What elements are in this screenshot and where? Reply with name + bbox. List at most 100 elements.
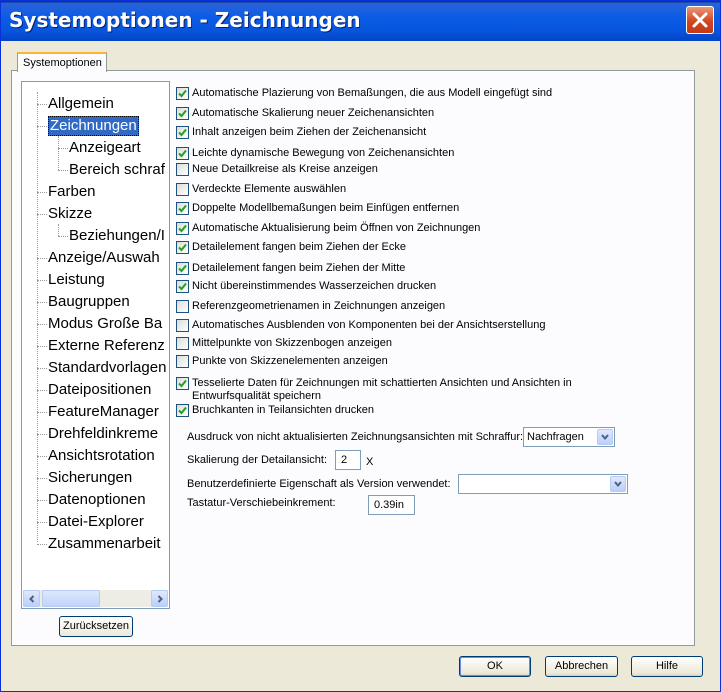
tree-item[interactable]: Dateipositionen [48,380,151,400]
tree-guide-line [37,126,47,127]
option-checkbox[interactable] [176,300,189,313]
option-label[interactable]: Bruchkanten in Teilansichten drucken [192,404,374,417]
close-button[interactable] [686,6,714,34]
tree-guide-line [37,280,47,281]
option-label[interactable]: Automatische Plazierung von Bemaßungen, … [192,87,552,100]
tree-item[interactable]: Zeichnungen [48,116,139,136]
hatch-print-select[interactable]: Nachfragen [523,427,615,447]
help-button[interactable]: Hilfe [631,656,703,677]
tree-item[interactable]: Datei-Explorer [48,512,144,532]
option-checkbox[interactable] [176,87,189,100]
tree-guide-line [58,136,59,170]
option-checkbox[interactable] [176,355,189,368]
tree-item[interactable]: Leistung [48,270,105,290]
tree-item[interactable]: Modus Große Ba [48,314,162,334]
tree-item[interactable]: Anzeige/Auswah [48,248,160,268]
option-checkbox[interactable] [176,337,189,350]
tree-guide-line [58,236,68,237]
horizontal-scrollbar[interactable] [23,590,168,607]
option-label[interactable]: Leichte dynamische Bewegung von Zeichena… [192,147,454,160]
tree-item[interactable]: Externe Referenz [48,336,165,356]
ok-button[interactable]: OK [459,656,531,677]
tree-guide-line [37,214,47,215]
detail-scale-value: 2 [341,454,348,466]
option-checkbox[interactable] [176,202,189,215]
category-tree[interactable]: Allgemein Zeichnungen Anzeigeart Bereich sc… [21,81,170,609]
tree-item[interactable]: FeatureManager [48,402,159,422]
option-checkbox[interactable] [176,404,189,417]
option-checkbox[interactable] [176,319,189,332]
tree-item[interactable]: Anzeigeart [69,138,141,158]
window-title: Systemoptionen - Zeichnungen [9,8,361,32]
option-checkbox[interactable] [176,183,189,196]
checkmark-icon [178,89,187,98]
hatch-print-value: Nachfragen [527,431,584,443]
tree-guide-line [37,478,47,479]
options-dialog: Systemoptionen - Zeichnungen Systemoptio… [0,0,721,692]
option-label-continued[interactable]: Entwurfsqualität speichern [192,390,321,403]
tree-item[interactable]: Zusammenarbeit [48,534,161,554]
option-label[interactable]: Punkte von Skizzenelementen anzeigen [192,355,388,368]
option-label[interactable]: Tesselierte Daten für Zeichnungen mit sc… [192,377,572,390]
tree-guide-line [37,522,47,523]
option-label[interactable]: Verdeckte Elemente auswählen [192,183,346,196]
scroll-right-button[interactable] [151,590,168,607]
dropdown-button[interactable] [597,429,613,445]
tree-guide-line [37,456,47,457]
chevron-down-icon [601,434,609,440]
option-checkbox[interactable] [176,222,189,235]
tree-guide-line [37,390,47,391]
checkmark-icon [178,406,187,415]
option-checkbox[interactable] [176,241,189,254]
tree-guide-line [58,170,68,171]
option-label[interactable]: Automatische Aktualisierung beim Öffnen … [192,222,480,235]
reset-button[interactable]: Zurücksetzen [59,616,133,637]
tree-guide-line [37,412,47,413]
checkmark-icon [178,204,187,213]
tree-item[interactable]: Allgemein [48,94,114,114]
scroll-thumb[interactable] [42,590,100,607]
option-label[interactable]: Automatische Skalierung neuer Zeichenans… [192,107,434,120]
option-checkbox[interactable] [176,262,189,275]
option-checkbox[interactable] [176,377,189,390]
tree-guide-line [37,92,38,542]
custom-property-select[interactable] [458,474,628,494]
nudge-increment-input[interactable]: 0.39in [368,495,415,515]
tree-item[interactable]: Sicherungen [48,468,132,488]
scroll-left-button[interactable] [23,590,40,607]
option-checkbox[interactable] [176,163,189,176]
option-label[interactable]: Automatisches Ausblenden von Komponenten… [192,319,545,332]
tree-item[interactable]: Standardvorlagen [48,358,166,378]
tree-item[interactable]: Bereich schraf [69,160,165,180]
option-label[interactable]: Nicht übereinstimmendes Wasserzeichen dr… [192,280,436,293]
option-checkbox[interactable] [176,147,189,160]
detail-scale-unit: X [366,456,374,468]
tree-guide-line [37,258,47,259]
chevron-down-icon [614,481,622,487]
tree-item[interactable]: Farben [48,182,96,202]
tree-item[interactable]: Skizze [48,204,92,224]
option-checkbox[interactable] [176,126,189,139]
detail-scale-input[interactable]: 2 [335,450,361,470]
tree-item[interactable]: Drehfeldinkreme [48,424,158,444]
tab-systemoptionen[interactable]: Systemoptionen [17,52,107,72]
chevron-left-icon [29,595,35,603]
option-label[interactable]: Doppelte Modellbemaßungen beim Einfügen … [192,202,459,215]
option-checkbox[interactable] [176,280,189,293]
tree-guide-line [37,500,47,501]
option-label[interactable]: Detailelement fangen beim Ziehen der Mit… [192,262,405,275]
title-bar[interactable]: Systemoptionen - Zeichnungen [1,1,720,41]
checkmark-icon [178,128,187,137]
dropdown-button[interactable] [610,476,626,492]
tree-item[interactable]: Baugruppen [48,292,130,312]
tree-item[interactable]: Ansichtsrotation [48,446,155,466]
option-checkbox[interactable] [176,107,189,120]
option-label[interactable]: Referenzgeometrienamen in Zeichnungen an… [192,300,445,313]
option-label[interactable]: Mittelpunkte von Skizzenbogen anzeigen [192,337,392,350]
option-label[interactable]: Neue Detailkreise als Kreise anzeigen [192,163,378,176]
tree-item[interactable]: Datenoptionen [48,490,146,510]
option-label[interactable]: Inhalt anzeigen beim Ziehen der Zeichena… [192,126,426,139]
cancel-button[interactable]: Abbrechen [545,656,618,677]
tree-item[interactable]: Beziehungen/I [69,226,165,246]
option-label[interactable]: Detailelement fangen beim Ziehen der Eck… [192,241,406,254]
